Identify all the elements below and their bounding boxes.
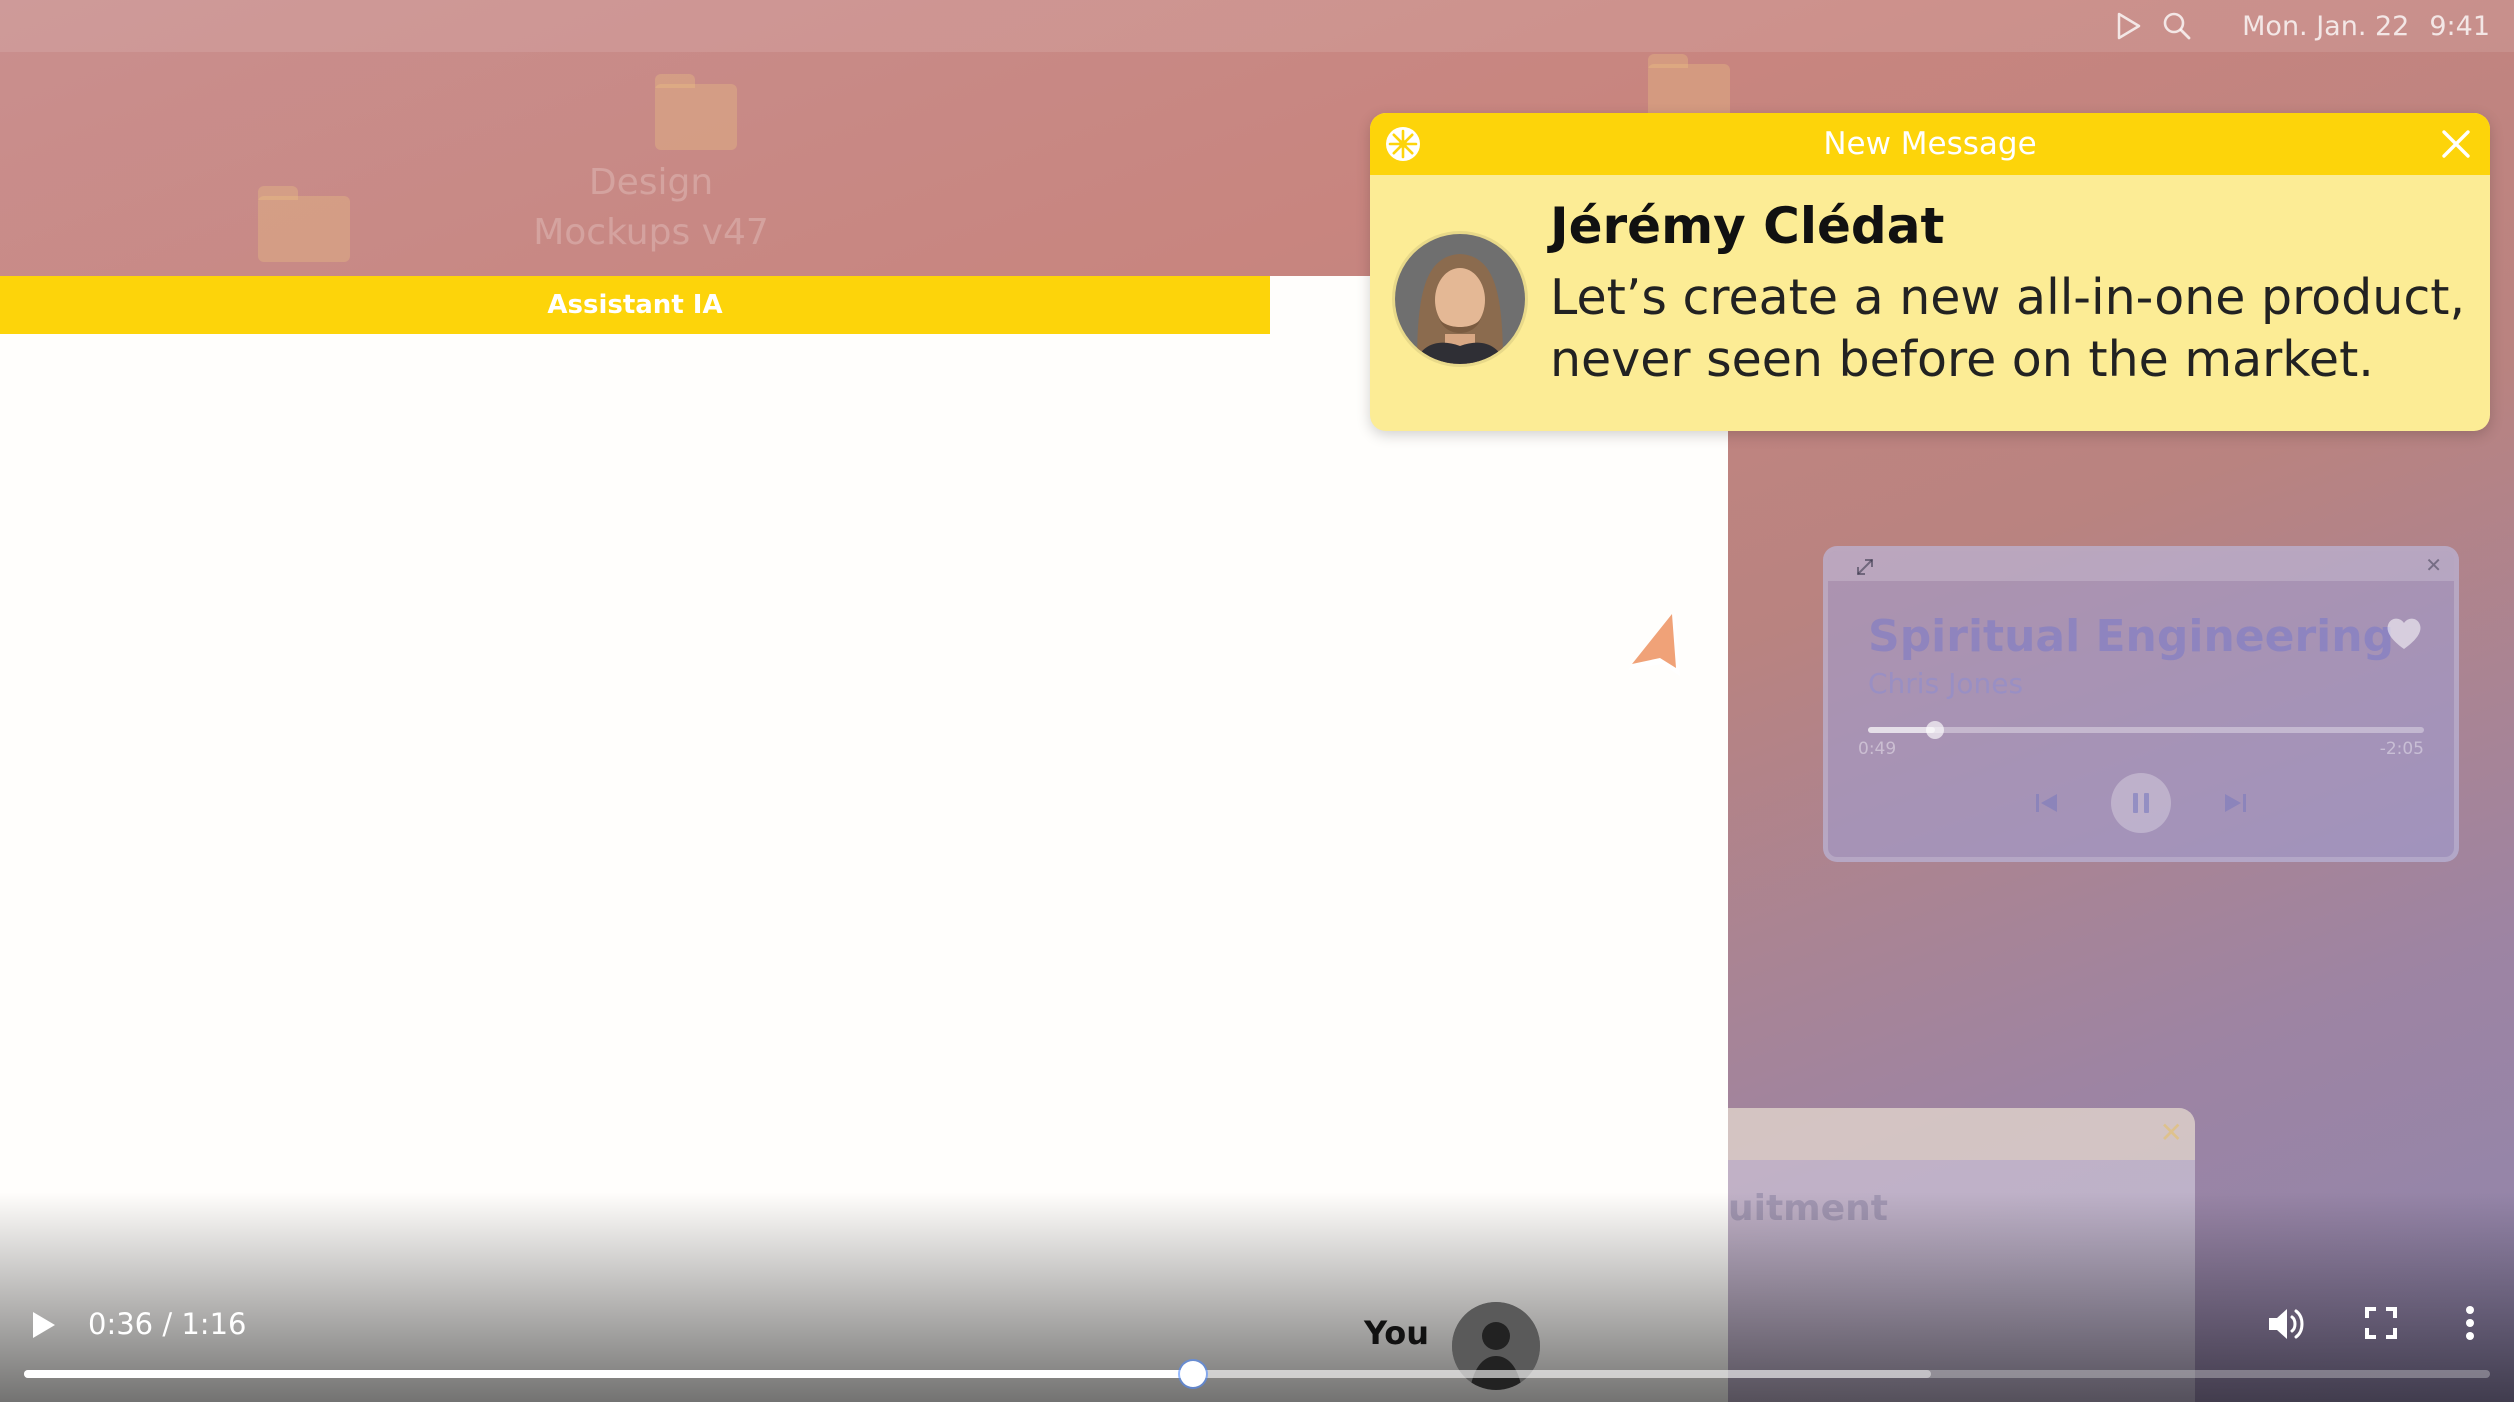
video-time: 0:36 / 1:16 xyxy=(88,1306,246,1342)
music-remaining: -2:05 xyxy=(2379,739,2424,759)
music-progress-track[interactable] xyxy=(1868,721,2424,739)
card-close-icon[interactable]: ✕ xyxy=(2160,1116,2183,1149)
music-player-widget[interactable]: ✕ Spiritual Engineering Chris Jones 0:49… xyxy=(1823,546,2459,862)
message-text: Let’s create a new all-in-one product, n… xyxy=(1550,269,2466,388)
menu-bar: Mon. Jan. 22 9:41 xyxy=(0,0,2514,52)
music-progress-knob[interactable] xyxy=(1925,721,1944,739)
pause-button[interactable] xyxy=(2111,773,2171,833)
folder-label: Design Mockups v47 xyxy=(533,162,769,253)
video-frame[interactable]: Mon. Jan. 22 9:41 Design Mockups v47 Ass… xyxy=(0,0,2514,1402)
music-elapsed: 0:49 xyxy=(1858,739,1897,759)
volume-icon[interactable] xyxy=(2266,1306,2306,1342)
speaker-label: You xyxy=(1364,1314,1429,1352)
assistant-title-bar: Assistant IA xyxy=(0,276,1270,334)
duration: 1:16 xyxy=(181,1307,247,1341)
next-track-icon[interactable] xyxy=(2221,791,2249,815)
video-progress-bar[interactable] xyxy=(24,1361,2490,1387)
recruitment-card-header: ✕ xyxy=(1728,1108,2195,1160)
notification-title: New Message xyxy=(1823,126,2037,162)
assistant-title: Assistant IA xyxy=(547,290,723,320)
sender-name: Jérémy Clédat xyxy=(1550,197,1945,255)
play-button-icon[interactable] xyxy=(26,1308,60,1342)
song-artist: Chris Jones xyxy=(1868,667,2024,700)
music-progress-fill xyxy=(1868,727,1935,733)
folder-icon xyxy=(654,74,737,150)
desktop-folder[interactable] xyxy=(258,186,350,262)
pause-icon xyxy=(2133,793,2149,813)
play-icon[interactable] xyxy=(2116,12,2142,40)
heart-icon[interactable] xyxy=(2384,615,2424,651)
song-title: Spiritual Engineering xyxy=(1868,611,2395,662)
sender-avatar xyxy=(1392,231,1528,367)
new-message-notification[interactable]: New Message Jérémy Clédat Let’s create a… xyxy=(1370,113,2490,431)
time-separator: / xyxy=(153,1307,182,1341)
music-close-icon[interactable]: ✕ xyxy=(2425,555,2442,575)
music-controls xyxy=(1828,773,2454,833)
previous-track-icon[interactable] xyxy=(2033,791,2061,815)
more-options-icon[interactable] xyxy=(2462,1304,2478,1342)
video-played-bar xyxy=(24,1370,1194,1378)
current-time: 0:36 xyxy=(88,1307,154,1341)
cursor-arrow-icon xyxy=(1628,612,1680,676)
notification-header: New Message xyxy=(1370,113,2490,175)
expand-icon[interactable] xyxy=(1854,556,1876,578)
music-widget-header: ✕ xyxy=(1828,551,2454,581)
desktop-folder[interactable]: Design Mockups v47 xyxy=(533,74,781,258)
menubar-time: 9:41 xyxy=(2429,10,2490,42)
folder-icon xyxy=(258,186,350,262)
search-icon[interactable] xyxy=(2162,11,2192,41)
close-icon[interactable] xyxy=(2438,126,2474,162)
menubar-date: Mon. Jan. 22 xyxy=(2242,10,2410,42)
fullscreen-icon[interactable] xyxy=(2364,1306,2398,1340)
